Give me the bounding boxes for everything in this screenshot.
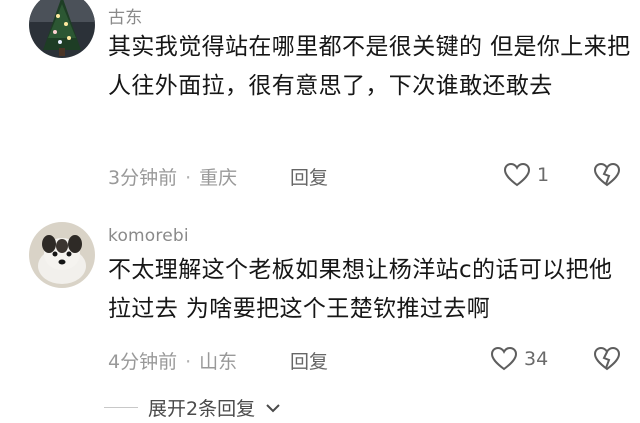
dislike-button[interactable] [593, 346, 621, 376]
comment-item: komorebi 不太理解这个老板如果想让杨洋站c的话可以把他拉过去 为啥要把这… [0, 214, 640, 384]
comment-time: 3分钟前 [108, 167, 178, 189]
dislike-button[interactable] [593, 162, 621, 192]
expand-replies-button[interactable]: 展开2条回复 [104, 394, 281, 421]
divider-line [104, 407, 138, 408]
avatar[interactable] [29, 222, 95, 288]
comment-location: 重庆 [199, 167, 238, 189]
chevron-down-icon [266, 403, 280, 412]
broken-heart-icon [593, 346, 621, 371]
comment-text: 不太理解这个老板如果想让杨洋站c的话可以把他拉过去 为啥要把这个王楚钦推过去啊 [108, 257, 613, 322]
like-button[interactable]: 1 [503, 162, 549, 188]
comment-time: 4分钟前 [108, 351, 178, 373]
username[interactable]: 古东 [108, 3, 142, 28]
like-button[interactable]: 34 [490, 346, 548, 372]
heart-icon [490, 346, 518, 371]
reply-button[interactable]: 回复 [290, 347, 328, 374]
comment-location: 山东 [199, 351, 238, 373]
comment-meta: 3分钟前 · 重庆 [108, 163, 237, 190]
comment-meta: 4分钟前 · 山东 [108, 347, 237, 374]
heart-icon [503, 162, 531, 187]
like-count: 1 [537, 164, 550, 186]
like-count: 34 [524, 348, 549, 370]
comment-item: 古东 其实我觉得站在哪里都不是很关键的 但是你上来把人往外面拉，很有意思了，下次… [0, 0, 640, 200]
username[interactable]: komorebi [108, 226, 189, 246]
separator-dot: · [185, 351, 192, 373]
christmas-tree-avatar [29, 0, 95, 58]
dog-avatar [29, 222, 95, 288]
expand-replies-label: 展开2条回复 [148, 398, 256, 420]
avatar[interactable] [29, 0, 95, 58]
broken-heart-icon [593, 162, 621, 187]
comment-text: 其实我觉得站在哪里都不是很关键的 但是你上来把人往外面拉，很有意思了，下次谁敢还… [108, 34, 631, 99]
reply-button[interactable]: 回复 [290, 163, 328, 190]
separator-dot: · [185, 167, 192, 189]
